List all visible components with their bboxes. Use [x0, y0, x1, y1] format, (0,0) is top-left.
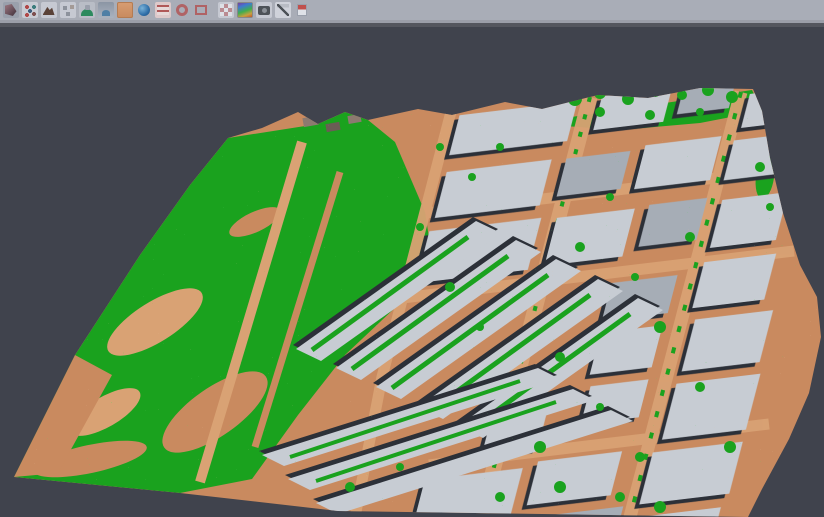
- rectangle-select-icon[interactable]: [193, 2, 209, 18]
- ground-speckle-noise: [0, 27, 824, 517]
- app-window: [0, 0, 824, 517]
- terrain-pointcloud: [0, 27, 824, 517]
- grid-sample-icon[interactable]: [60, 2, 76, 18]
- ground-classify-icon[interactable]: [117, 2, 133, 18]
- globe-3d-icon[interactable]: [136, 2, 152, 18]
- terrain-mountain-icon[interactable]: [41, 2, 57, 18]
- circle-select-icon[interactable]: [174, 2, 190, 18]
- open-project-icon[interactable]: [3, 2, 19, 18]
- texture-checker-icon[interactable]: [218, 2, 234, 18]
- classification-palette-icon[interactable]: [237, 2, 253, 18]
- profile-view-icon[interactable]: [98, 2, 114, 18]
- attribute-table-icon[interactable]: [155, 2, 171, 18]
- eraser-icon[interactable]: [294, 2, 310, 18]
- vegetation-classify-icon[interactable]: [79, 2, 95, 18]
- main-toolbar: [0, 0, 824, 20]
- point-scatter-icon[interactable]: [22, 2, 38, 18]
- viewport-3d[interactable]: [0, 27, 824, 517]
- measure-icon[interactable]: [275, 2, 291, 18]
- pointcloud-scene: [0, 27, 824, 517]
- screenshot-camera-icon[interactable]: [256, 2, 272, 18]
- toolbar-separator: [210, 2, 216, 18]
